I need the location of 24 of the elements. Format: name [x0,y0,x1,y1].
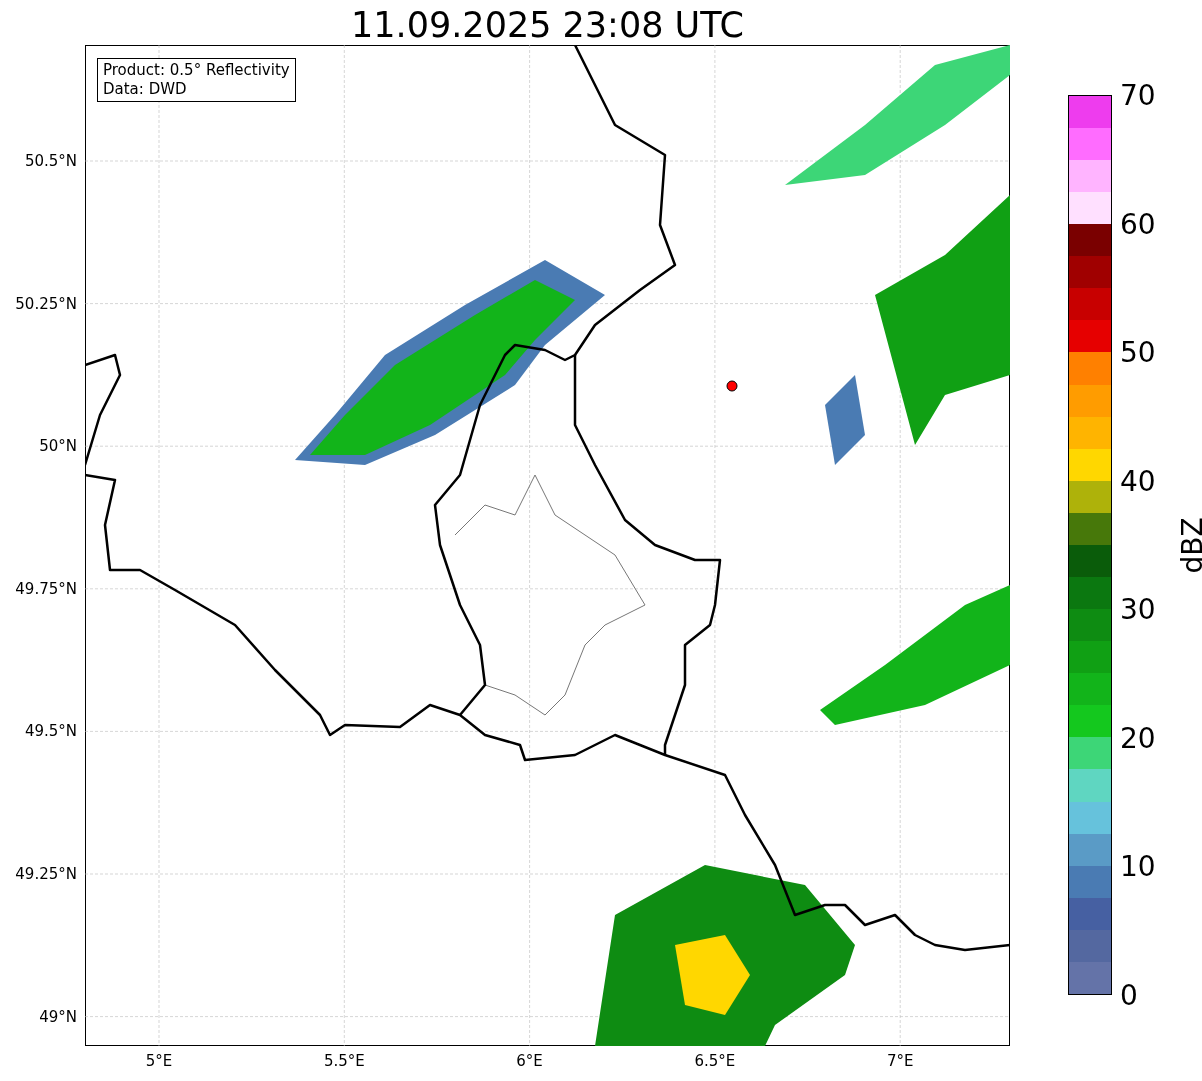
y-axis-label: 49.5°N [24,722,77,741]
x-axis-label: 5.5°E [323,1052,365,1070]
colorbar-tick-label: 40 [1120,464,1156,498]
colorbar-tick-label: 50 [1120,335,1156,369]
x-axis-label: 5°E [145,1052,173,1070]
chart-title: 11.09.2025 23:08 UTC [350,4,745,45]
colorbar-tick-label: 20 [1120,721,1156,755]
colorbar-label: dBZ [1175,516,1202,574]
x-axis-label: 6.5°E [694,1052,736,1070]
y-axis-label: 49°N [39,1007,77,1026]
colorbar-tick-label: 60 [1120,207,1156,241]
y-axis-label: 50.25°N [15,294,77,313]
y-axis-label: 50.5°N [24,152,77,170]
x-axis-label: 6°E [516,1052,543,1070]
colorbar-tick-label: 0 [1120,978,1138,1012]
y-axis-label: 50°N [39,437,77,456]
colorbar-tick-label: 10 [1120,849,1156,883]
legend-text: Product: 0.5° Reflectivity [103,61,290,80]
colorbar-tick-label: 70 [1120,78,1156,112]
x-axis-label: 7°E [886,1052,914,1070]
colorbar-tick-label: 30 [1120,592,1156,626]
legend-text: Data: DWD [103,80,188,99]
y-axis-label: 49.25°N [15,865,77,883]
y-axis-label: 49.75°N [15,579,77,598]
